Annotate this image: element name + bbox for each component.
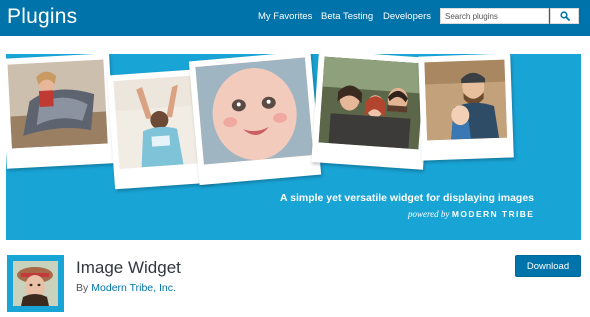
banner-powered-by: powered by MODERN TRIBE: [408, 209, 534, 219]
search-icon: [559, 11, 570, 21]
by-label: By: [76, 282, 89, 294]
nav-beta-testing[interactable]: Beta Testing: [321, 11, 373, 22]
banner-photo-3: [188, 54, 322, 186]
plugin-name: Image Widget: [76, 258, 181, 277]
banner-photo-1: [6, 54, 115, 169]
plugin-icon-photo: [13, 261, 58, 306]
search-button[interactable]: [550, 8, 579, 24]
photo-dad-baby: [424, 59, 508, 141]
plugin-icon: [7, 255, 64, 312]
search-input[interactable]: [440, 8, 549, 24]
banner-tagline: A simple yet versatile widget for displa…: [280, 192, 535, 204]
author-link[interactable]: Modern Tribe, Inc.: [91, 282, 176, 294]
brand-name: MODERN TRIBE: [451, 209, 535, 219]
page-title[interactable]: Plugins: [7, 5, 77, 29]
top-bar: Plugins My Favorites Beta Testing Develo…: [0, 0, 590, 36]
banner-photo-5: [418, 54, 514, 161]
photo-group: [318, 56, 425, 150]
plugin-banner: A simple yet versatile widget for displa…: [6, 54, 581, 240]
photo-kid-blanket: [7, 59, 108, 149]
banner-photo-4: [311, 54, 431, 170]
download-button[interactable]: Download: [515, 255, 581, 277]
powered-by-label: powered by: [408, 209, 450, 219]
nav-my-favorites[interactable]: My Favorites: [258, 11, 312, 22]
plugin-author: By Modern Tribe, Inc.: [76, 282, 176, 294]
photo-baby: [195, 57, 314, 165]
nav-developers[interactable]: Developers: [383, 11, 431, 22]
